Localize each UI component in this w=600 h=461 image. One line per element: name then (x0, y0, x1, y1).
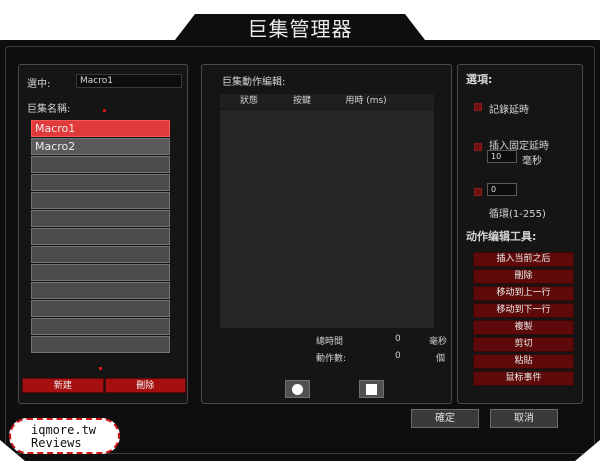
title-bar: 巨集管理器 (195, 14, 405, 44)
record-delay-label: 記錄延時 (489, 105, 529, 116)
selected-macro-field[interactable]: Macro1 (76, 74, 182, 88)
action-editor-title: 巨集動作編輯: (222, 77, 286, 88)
macro-list-actions: 新建 刪除 (22, 378, 186, 393)
macro-manager-window: 巨集管理器 ✕ 選中: Macro1 巨集名稱: Macro1 Macro2 新… (0, 14, 600, 461)
action-count-unit: 個 (436, 354, 446, 364)
record-icon[interactable] (285, 380, 310, 398)
macro-list-item[interactable] (31, 228, 170, 245)
selected-label: 選中: (27, 79, 51, 90)
paste-button[interactable]: 粘貼 (473, 354, 574, 369)
options-title: 選項: (466, 73, 493, 86)
loop-label: 循環(1-255) (489, 209, 546, 220)
loop-checkbox[interactable] (474, 188, 482, 196)
total-time-value: 0 (395, 334, 401, 344)
total-time-label: 總時間 (316, 337, 344, 347)
minimize-button[interactable] (519, 24, 535, 39)
action-count-value: 0 (395, 351, 401, 361)
column-header-status: 狀態 (239, 96, 258, 106)
record-delay-checkbox[interactable] (474, 103, 482, 111)
macro-list-item[interactable] (31, 300, 170, 317)
macro-list-item[interactable] (31, 246, 170, 263)
confirm-button[interactable]: 確定 (411, 409, 479, 428)
action-grid[interactable] (220, 110, 434, 328)
column-header-duration: 用時 (ms) (345, 96, 387, 106)
macro-list-item[interactable] (31, 318, 170, 335)
new-macro-button[interactable]: 新建 (22, 378, 104, 393)
action-tools: 插入当前之后 刪除 移动到上一行 移动到下一行 複製 剪切 粘貼 鼠标事件 (473, 252, 574, 388)
macro-list-panel: 選中: Macro1 巨集名稱: Macro1 Macro2 新建 刪除 (18, 64, 188, 404)
move-up-button[interactable]: 移动到上一行 (473, 286, 574, 301)
macro-list-item[interactable] (31, 174, 170, 191)
macro-list-item[interactable]: Macro2 (31, 138, 170, 155)
delete-macro-button[interactable]: 刪除 (104, 378, 186, 393)
cut-button[interactable]: 剪切 (473, 337, 574, 352)
watermark-line2: Reviews (31, 436, 82, 450)
fixed-delay-unit: 毫秒 (522, 156, 542, 167)
macro-list-item[interactable] (31, 264, 170, 281)
macro-action-editor-panel: 巨集動作編輯: 狀態 按鍵 用時 (ms) 總時間 0 毫秒 動作數: 0 個 (201, 64, 452, 404)
cancel-button[interactable]: 取消 (490, 409, 558, 428)
macro-list-item[interactable] (31, 336, 170, 353)
macro-list-item[interactable] (31, 282, 170, 299)
window-title: 巨集管理器 (247, 17, 353, 41)
insert-after-button[interactable]: 插入当前之后 (473, 252, 574, 267)
delete-action-button[interactable]: 刪除 (473, 269, 574, 284)
watermark: iqmore.tw Reviews (9, 418, 120, 454)
loop-count-input[interactable]: 0 (487, 183, 517, 196)
stop-icon[interactable] (359, 380, 384, 398)
close-button[interactable]: ✕ (542, 24, 558, 39)
action-grid-header: 狀態 按鍵 用時 (ms) (220, 94, 434, 109)
action-count-label: 動作數: (316, 354, 347, 364)
options-panel: 選項: 記錄延時 插入固定延時 10 毫秒 0 循環(1-255) 动作编辑工具… (457, 64, 583, 404)
red-marker (103, 109, 106, 112)
tools-title: 动作编辑工具: (466, 230, 537, 243)
fixed-delay-input[interactable]: 10 (487, 150, 517, 163)
copy-button[interactable]: 複製 (473, 320, 574, 335)
macro-list-item[interactable]: Macro1 (31, 120, 170, 137)
macro-list-item[interactable] (31, 192, 170, 209)
red-marker (99, 367, 102, 370)
column-header-key: 按鍵 (292, 96, 311, 106)
macro-list: Macro1 Macro2 (31, 120, 170, 354)
macro-list-item[interactable] (31, 156, 170, 173)
fixed-delay-checkbox[interactable] (474, 143, 482, 151)
mouse-event-button[interactable]: 鼠标事件 (473, 371, 574, 386)
macro-name-label: 巨集名稱: (27, 104, 71, 115)
total-time-unit: 毫秒 (429, 337, 448, 347)
macro-list-item[interactable] (31, 210, 170, 227)
move-down-button[interactable]: 移动到下一行 (473, 303, 574, 318)
